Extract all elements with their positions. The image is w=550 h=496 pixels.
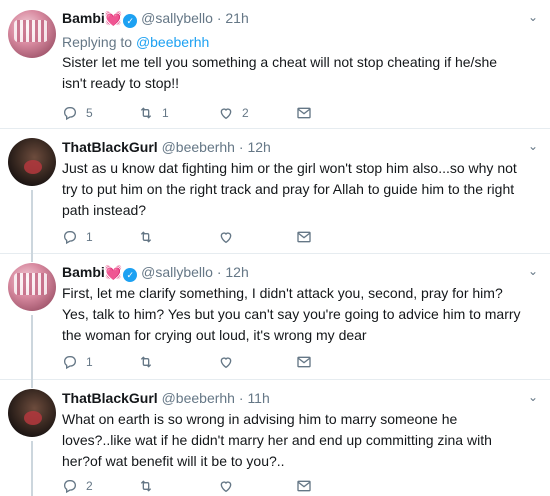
reply-icon: [64, 356, 76, 370]
reply-icon: [64, 107, 76, 121]
display-name[interactable]: Bambi: [62, 264, 105, 280]
timestamp[interactable]: 12h: [225, 264, 248, 280]
tweet-2[interactable]: ThatBlackGurl @beeberhh · 12h ⌄ Just as …: [0, 129, 550, 254]
tweet-text: Sister let me tell you something a cheat…: [62, 54, 498, 91]
thread-line: [31, 190, 33, 254]
tweet-actions: 1: [62, 352, 322, 372]
envelope-icon: [297, 480, 311, 492]
user-handle[interactable]: @beeberhh: [162, 390, 235, 406]
tweet-3[interactable]: Bambi💓 ✓ @sallybello · 12h ⌄ First, let m…: [0, 254, 550, 380]
separator-dot: ·: [238, 139, 244, 155]
tweet-1[interactable]: Bambi💓 ✓ @sallybello · 21h ⌄ Replying to …: [0, 0, 550, 129]
retweet-button[interactable]: [138, 352, 162, 372]
retweet-icon: [140, 480, 152, 492]
avatar[interactable]: [8, 389, 56, 437]
tweet-header: Bambi💓 ✓ @sallybello · 12h: [62, 263, 249, 282]
avatar[interactable]: [8, 138, 56, 186]
thread-line: [31, 380, 33, 388]
reply-count: 5: [86, 106, 93, 120]
user-handle[interactable]: @beeberhh: [162, 139, 235, 155]
like-count: 2: [242, 106, 249, 120]
heart-icon: [220, 108, 232, 120]
retweet-button[interactable]: [138, 476, 162, 496]
tweet-actions: 5 1 2: [62, 103, 322, 123]
user-handle[interactable]: @sallybello: [141, 10, 213, 26]
tweet-actions: 1: [62, 227, 322, 247]
like-button[interactable]: [218, 227, 242, 247]
chevron-down-icon[interactable]: ⌄: [528, 264, 538, 278]
envelope-icon: [297, 231, 311, 243]
user-handle[interactable]: @sallybello: [141, 264, 213, 280]
heart-icon: [220, 232, 232, 244]
reply-button[interactable]: 1: [62, 352, 93, 372]
thread-line: [31, 441, 33, 496]
timestamp[interactable]: 11h: [247, 390, 269, 406]
retweet-icon: [140, 356, 152, 368]
message-button[interactable]: [296, 227, 320, 247]
tweet-header: ThatBlackGurl @beeberhh · 12h: [62, 138, 271, 156]
like-button[interactable]: 2: [218, 103, 249, 123]
retweet-button[interactable]: 1: [138, 103, 169, 123]
message-button[interactable]: [296, 103, 320, 123]
message-button[interactable]: [296, 476, 320, 496]
avatar[interactable]: [8, 263, 56, 311]
tweet-actions: 2: [62, 476, 322, 496]
separator-dot: ·: [238, 390, 244, 406]
reply-icon: [64, 480, 76, 494]
separator-dot: ·: [216, 10, 222, 26]
replying-to-handle[interactable]: @beeberhh: [136, 34, 209, 50]
thread-line: [31, 254, 33, 262]
reply-button[interactable]: 2: [62, 476, 93, 496]
timestamp[interactable]: 12h: [247, 139, 270, 155]
reply-button[interactable]: 5: [62, 103, 93, 123]
verified-badge-icon: ✓: [123, 14, 138, 28]
retweet-icon: [140, 107, 152, 119]
verified-badge-icon: ✓: [123, 268, 138, 282]
message-button[interactable]: [296, 352, 320, 372]
avatar[interactable]: [8, 10, 56, 58]
thread-line: [31, 315, 33, 380]
retweet-icon: [140, 231, 152, 243]
retweet-button[interactable]: [138, 227, 162, 247]
replying-to: Replying to @beeberhh: [62, 33, 209, 51]
chevron-down-icon[interactable]: ⌄: [528, 139, 538, 153]
separator-dot: ·: [216, 264, 222, 280]
display-name[interactable]: Bambi: [62, 10, 105, 26]
reply-count: 1: [86, 230, 93, 244]
tweet-4[interactable]: ThatBlackGurl @beeberhh · 11h ⌄ What on …: [0, 380, 550, 496]
like-button[interactable]: [218, 352, 242, 372]
envelope-icon: [297, 356, 311, 368]
chevron-down-icon[interactable]: ⌄: [528, 390, 538, 404]
tweet-header: Bambi💓 ✓ @sallybello · 21h: [62, 9, 249, 28]
heart-icon: [220, 481, 232, 493]
display-name[interactable]: ThatBlackGurl: [62, 390, 158, 406]
tweet-text: Just as u know dat fighting him or the g…: [62, 160, 517, 218]
replying-to-label: Replying to: [62, 34, 133, 50]
reply-icon: [64, 231, 76, 245]
reply-count: 2: [86, 479, 93, 493]
like-button[interactable]: [218, 476, 242, 496]
heart-icon: [220, 357, 232, 369]
tweet-header: ThatBlackGurl @beeberhh · 11h: [62, 389, 270, 407]
chevron-down-icon[interactable]: ⌄: [528, 10, 538, 24]
envelope-icon: [297, 107, 311, 119]
retweet-count: 1: [162, 106, 169, 120]
tweet-text: What on earth is so wrong in advising hi…: [62, 411, 492, 469]
timestamp[interactable]: 21h: [225, 10, 248, 26]
heart-emoji-icon: 💓: [104, 264, 123, 280]
reply-button[interactable]: 1: [62, 227, 93, 247]
display-name[interactable]: ThatBlackGurl: [62, 139, 158, 155]
heart-emoji-icon: 💓: [104, 10, 123, 26]
tweet-text: First, let me clarify something, I didn'…: [62, 285, 521, 343]
reply-count: 1: [86, 355, 93, 369]
